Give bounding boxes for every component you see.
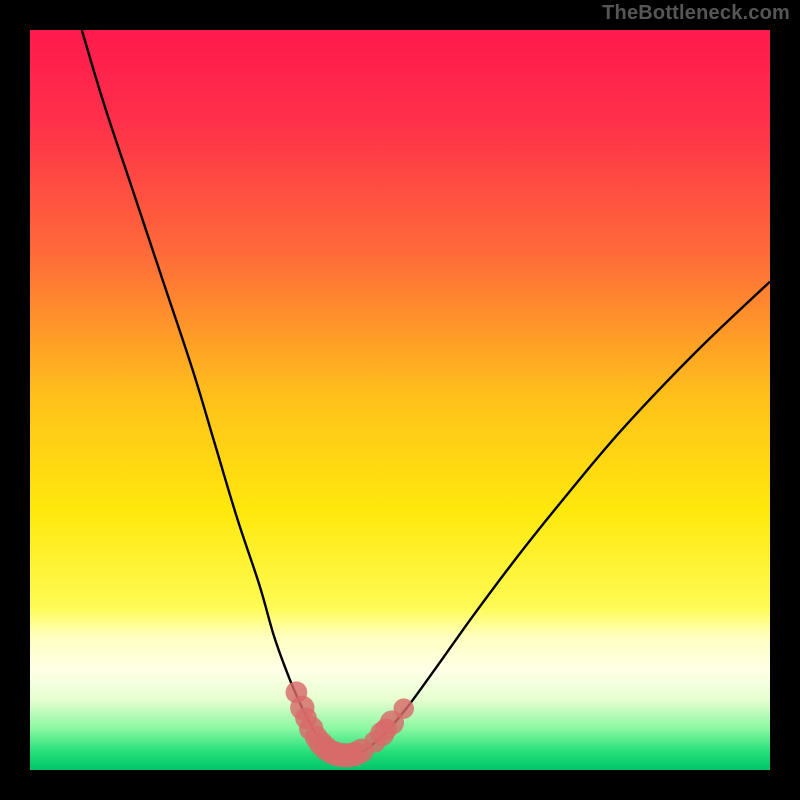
highlight-dot (393, 698, 413, 718)
plot-svg (30, 30, 770, 770)
watermark-text: TheBottleneck.com (602, 2, 790, 25)
plot-area (30, 30, 770, 770)
chart-frame: TheBottleneck.com (0, 0, 800, 800)
gradient-background (30, 30, 770, 770)
